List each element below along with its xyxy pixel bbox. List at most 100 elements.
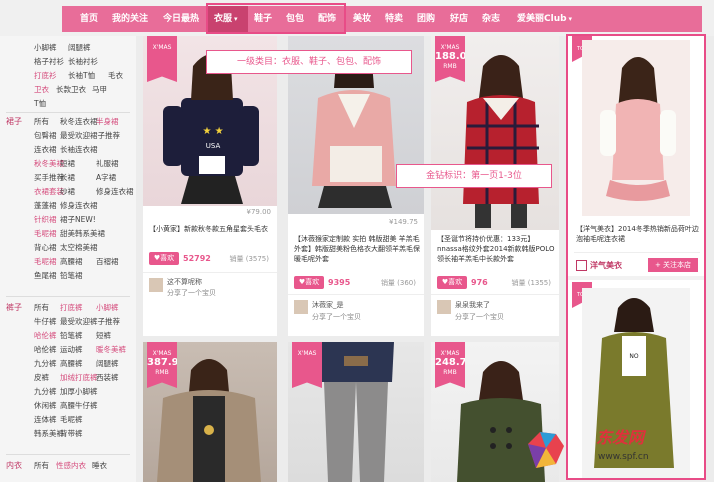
- sidebar-link[interactable]: 最受欢迎裙子推荐: [60, 130, 120, 141]
- sidebar-link[interactable]: 铅笔裙: [60, 270, 83, 281]
- sidebar-link[interactable]: 短裤: [96, 330, 111, 341]
- like-button[interactable]: ♥喜欢: [437, 276, 467, 289]
- sidebar-link[interactable]: 纱裙: [60, 186, 75, 197]
- sidebar-link[interactable]: 牛仔裤: [34, 316, 57, 327]
- nav-club[interactable]: 爱美丽Club ▾: [517, 6, 572, 32]
- sidebar-link[interactable]: 最受欢迎裤子推荐: [60, 316, 120, 327]
- sidebar-link[interactable]: 太空棉美裙: [60, 242, 98, 253]
- sidebar-link[interactable]: 针织裙: [34, 214, 57, 225]
- sidebar-link[interactable]: T恤: [34, 98, 46, 109]
- sidebar-link[interactable]: 长袖衬衫: [68, 56, 98, 67]
- product-card[interactable]: X'MAS: [288, 342, 424, 482]
- nav-magazine[interactable]: 杂志: [482, 6, 500, 32]
- sidebar-link[interactable]: 暖冬美裤: [96, 344, 126, 355]
- sidebar-link[interactable]: 毛衣: [108, 70, 123, 81]
- nav-good-shops[interactable]: 好店: [450, 6, 468, 32]
- sidebar-link[interactable]: 背带裤: [60, 428, 83, 439]
- avatar[interactable]: [294, 300, 308, 314]
- sidebar-section-title-pants[interactable]: 裤子: [6, 302, 22, 313]
- sidebar-link[interactable]: 小脚裤: [96, 302, 119, 313]
- sidebar-link[interactable]: 性感内衣: [56, 460, 86, 471]
- sidebar-link[interactable]: 加绒打底裤: [60, 372, 98, 383]
- sidebar-link[interactable]: 修身连衣裙: [96, 186, 134, 197]
- sidebar-link[interactable]: 小脚裤: [34, 42, 57, 53]
- nav-group-buy[interactable]: 团购: [417, 6, 435, 32]
- product-card[interactable]: X'MAS 387.9 RMB: [143, 342, 277, 482]
- sidebar-link[interactable]: 毛呢裙: [34, 256, 57, 267]
- sidebar-link[interactable]: 马甲: [92, 84, 107, 95]
- follow-shop-button[interactable]: + 关注本店: [648, 258, 698, 272]
- sidebar-link[interactable]: 阔腿裤: [68, 42, 91, 53]
- product-card[interactable]: ★ ★ USA X'MAS ¥79.00 【小黄家】新款秋冬款五角星套头毛衣 ♥…: [143, 36, 277, 336]
- sidebar-link[interactable]: 加厚小脚裤: [60, 386, 98, 397]
- sidebar-link[interactable]: 运动裤: [60, 344, 83, 355]
- like-button[interactable]: ♥喜欢: [149, 252, 179, 265]
- nav-my-follow[interactable]: 我的关注: [112, 6, 148, 32]
- sidebar-link[interactable]: 长袖T恤: [68, 70, 95, 81]
- sidebar-link[interactable]: 格子衬衫: [34, 56, 64, 67]
- sidebar-link[interactable]: 卫衣: [34, 84, 49, 95]
- sidebar-link[interactable]: 西装裤: [96, 372, 119, 383]
- nav-beauty[interactable]: 美妆: [353, 6, 371, 32]
- sidebar-link[interactable]: 铅笔裤: [60, 330, 83, 341]
- product-title[interactable]: 【沐薇猴家定制款 实拍 韩版甜美 羊羔毛外套】韩版甜美粉色格衣大翻领羊羔毛保暖毛…: [294, 234, 420, 264]
- sidebar-link[interactable]: 长裙: [60, 172, 75, 183]
- sidebar-link[interactable]: 所有: [34, 302, 49, 313]
- sidebar-link[interactable]: 打底裤: [60, 302, 83, 313]
- product-title[interactable]: 【小黄家】新款秋冬款五角星套头毛衣: [149, 224, 269, 234]
- sidebar-link[interactable]: 蓬蓬裙: [34, 200, 57, 211]
- sidebar-link[interactable]: 所有: [34, 460, 49, 471]
- sidebar-link[interactable]: 毛呢裤: [60, 414, 83, 425]
- sidebar-link[interactable]: 鱼尾裙: [34, 270, 57, 281]
- product-image[interactable]: X'MAS: [288, 342, 424, 482]
- like-button[interactable]: ♥喜欢: [294, 276, 324, 289]
- sidebar-link[interactable]: 休闲裤: [34, 400, 57, 411]
- sidebar-link[interactable]: 连衣裙: [34, 144, 57, 155]
- sidebar-section-title-underwear[interactable]: 内衣: [6, 460, 22, 471]
- sidebar-link[interactable]: 毛呢裙: [34, 228, 57, 239]
- nav-today-hot[interactable]: 今日最热: [163, 6, 199, 32]
- sharer-name[interactable]: 这不算呢称: [167, 277, 202, 287]
- sidebar-link[interactable]: 高腰裙: [60, 256, 83, 267]
- sidebar-link[interactable]: A字裙: [96, 172, 116, 183]
- sidebar-link[interactable]: 长袖连衣裙: [60, 144, 98, 155]
- sidebar-link[interactable]: 背心裙: [34, 242, 57, 253]
- sidebar-link[interactable]: 九分裤: [34, 358, 57, 369]
- sidebar-link[interactable]: 高腰牛仔裤: [60, 400, 98, 411]
- sidebar-section-title-skirt[interactable]: 裙子: [6, 116, 22, 127]
- sidebar-link[interactable]: 高腰裤: [60, 358, 83, 369]
- sidebar-link[interactable]: 哈伦裤: [34, 344, 57, 355]
- shop-product-title[interactable]: 【洋气美衣】2014冬季热销新品荷叶边泡袖毛呢连衣裙: [576, 224, 700, 244]
- sidebar-link[interactable]: 打底衫: [34, 70, 57, 81]
- nav-sale[interactable]: 特卖: [385, 6, 403, 32]
- sidebar-link[interactable]: 睡衣: [92, 460, 107, 471]
- shop-product-image[interactable]: [582, 40, 690, 216]
- sidebar-link[interactable]: 包臀裙: [34, 130, 57, 141]
- sidebar-link[interactable]: 阔腿裤: [96, 358, 119, 369]
- sidebar-link[interactable]: 修身连衣裙: [60, 200, 98, 211]
- shop-product-image[interactable]: NO: [582, 288, 690, 478]
- sidebar-link[interactable]: 秋冬连衣裙: [60, 116, 98, 127]
- sidebar-link[interactable]: 连体裤: [34, 414, 57, 425]
- sidebar-link[interactable]: 所有: [34, 116, 49, 127]
- sidebar-link[interactable]: 皮裤: [34, 372, 49, 383]
- sidebar-link[interactable]: 九分裤: [34, 386, 57, 397]
- shop-name[interactable]: 洋气美衣: [590, 260, 622, 271]
- product-image[interactable]: X'MAS 387.9 RMB: [143, 342, 277, 482]
- sidebar-divider: [6, 454, 130, 455]
- avatar[interactable]: [437, 300, 451, 314]
- sidebar-link[interactable]: 礼服裙: [96, 158, 119, 169]
- sidebar-link[interactable]: 长款卫衣: [56, 84, 86, 95]
- nav-home[interactable]: 首页: [80, 6, 98, 32]
- sharer-name[interactable]: 泉泉我来了: [455, 300, 490, 310]
- product-image[interactable]: X'MAS 188.0 RMB: [431, 36, 559, 230]
- sidebar-link[interactable]: 短裙: [60, 158, 75, 169]
- avatar[interactable]: [149, 278, 163, 292]
- sidebar-link[interactable]: 半身裙: [96, 116, 119, 127]
- sidebar-link[interactable]: 裙子NEW!: [60, 214, 96, 225]
- product-title[interactable]: 【圣诞节将持价优惠：133元】nnassa格纹外套2014新款韩版POLO领长袖…: [437, 234, 555, 264]
- sidebar-link[interactable]: 百褶裙: [96, 256, 119, 267]
- sidebar-link[interactable]: 哈伦裤: [34, 330, 57, 341]
- sidebar-link[interactable]: 甜美韩系美裙: [60, 228, 105, 239]
- sharer-name[interactable]: 沐薇家_是: [312, 300, 344, 310]
